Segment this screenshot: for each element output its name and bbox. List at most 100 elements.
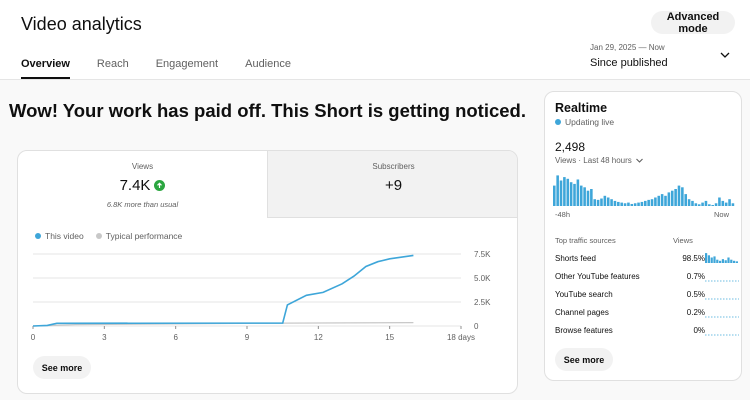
y-tick-label: 5.0K — [474, 274, 491, 283]
realtime-bar — [630, 203, 634, 206]
traffic-source-percent: 98.5% — [682, 254, 705, 263]
realtime-bar — [623, 203, 627, 206]
realtime-bar — [579, 185, 583, 206]
x-tick-label: 15 — [385, 333, 394, 342]
realtime-bar — [721, 200, 725, 206]
realtime-bar-chart — [553, 175, 735, 206]
traffic-source-name: Other YouTube features — [555, 272, 640, 281]
realtime-bar — [613, 200, 617, 206]
realtime-bar — [586, 190, 590, 206]
realtime-bar — [644, 200, 647, 206]
realtime-bar — [556, 175, 559, 206]
arrow-up-icon — [154, 180, 166, 191]
y-tick-label: 2.5K — [474, 298, 491, 307]
x-tick-label: 0 — [31, 333, 36, 342]
chart-legend: This video Typical performance — [35, 231, 182, 241]
realtime-bar — [681, 187, 684, 206]
realtime-bar — [667, 192, 671, 206]
realtime-status: Updating live — [565, 117, 615, 127]
series-line-this-video — [32, 254, 414, 327]
views-metric[interactable]: Views 7.4K 6.8K more than usual — [18, 151, 267, 218]
views-label: Views — [131, 162, 154, 171]
realtime-bar — [687, 199, 691, 206]
date-range-value: Since published — [590, 57, 668, 69]
traffic-source-percent: 0% — [693, 326, 705, 335]
overview-card: Views 7.4K 6.8K more than usual Subscrib… — [17, 150, 518, 394]
top-bar: Video analytics Advanced mode Overview R… — [0, 0, 750, 80]
realtime-bar — [576, 179, 580, 206]
realtime-bar — [694, 203, 698, 206]
traffic-source-name: Shorts feed — [555, 254, 596, 263]
date-range-selector[interactable]: Jan 29, 2025 — Now Since published — [590, 43, 668, 69]
realtime-bar — [697, 204, 701, 206]
traffic-source-sparkline — [705, 316, 739, 318]
realtime-bar — [724, 202, 728, 206]
traffic-source-percent: 0.5% — [686, 290, 705, 299]
realtime-see-more-button[interactable]: See more — [555, 348, 613, 371]
y-tick-label: 7.5K — [474, 250, 491, 259]
views-line-chart: 0 2.5K 5.0K 7.5K 0 3 6 9 12 15 18 days — [31, 250, 491, 342]
realtime-bar — [633, 203, 637, 206]
advanced-mode-button[interactable]: Advanced mode — [651, 11, 735, 35]
realtime-bar — [718, 197, 721, 206]
realtime-bar — [566, 178, 570, 206]
realtime-bar — [637, 202, 640, 206]
realtime-bar — [627, 202, 630, 206]
chevron-down-icon[interactable] — [719, 49, 731, 61]
realtime-bar — [620, 202, 623, 206]
realtime-bar — [640, 201, 644, 206]
traffic-source-percent: 0.2% — [686, 308, 705, 317]
traffic-source-name: YouTube search — [555, 290, 613, 299]
realtime-bar — [674, 189, 677, 206]
see-more-button[interactable]: See more — [33, 356, 91, 379]
traffic-source-row: Shorts feed 98.5% — [555, 253, 738, 268]
x-tick-label: 18 days — [447, 333, 475, 342]
subscribers-metric[interactable]: Subscribers +9 — [267, 151, 517, 218]
x-tick-label: 12 — [314, 333, 323, 342]
realtime-bar — [660, 194, 664, 206]
traffic-source-percent: 0.7% — [686, 272, 705, 281]
realtime-bar — [677, 185, 681, 206]
x-tick-label: 3 — [102, 333, 107, 342]
realtime-bar — [714, 203, 718, 206]
realtime-bar — [590, 189, 593, 206]
traffic-source-row: Other YouTube features 0.7% — [555, 272, 739, 286]
realtime-card: Realtime Updating live 2,498 Views · Las… — [544, 91, 742, 381]
realtime-bar — [600, 198, 603, 206]
traffic-source-sparkline — [705, 253, 738, 263]
tab-reach[interactable]: Reach — [97, 58, 129, 80]
x-tick-label: 6 — [173, 333, 178, 342]
chevron-down-icon — [635, 158, 643, 163]
legend-this-video: This video — [35, 231, 84, 241]
traffic-source-sparkline — [705, 298, 739, 300]
tab-engagement[interactable]: Engagement — [156, 58, 218, 80]
traffic-source-row: Browse features 0% — [555, 326, 739, 340]
realtime-bar — [711, 204, 714, 206]
realtime-axis-start: -48h — [555, 210, 571, 219]
realtime-bar — [731, 203, 735, 206]
realtime-bar — [654, 197, 657, 206]
realtime-bar — [647, 199, 650, 206]
realtime-bar — [728, 199, 731, 206]
realtime-bar — [650, 199, 654, 206]
traffic-sources-views-header: Views — [673, 236, 693, 245]
realtime-axis-end: Now — [713, 210, 729, 219]
realtime-bar — [684, 194, 688, 206]
traffic-source-name: Browse features — [555, 326, 613, 335]
legend-dot-this-video — [35, 233, 41, 239]
date-range-label: Jan 29, 2025 — Now — [590, 43, 665, 52]
traffic-source-sparkline — [705, 334, 739, 336]
tab-overview[interactable]: Overview — [21, 58, 70, 80]
realtime-bar — [569, 182, 573, 206]
views-value: 7.4K — [119, 177, 151, 194]
realtime-period-selector[interactable]: Views · Last 48 hours — [555, 156, 644, 165]
realtime-bar — [664, 195, 667, 206]
realtime-bar — [573, 183, 576, 206]
realtime-bar — [563, 177, 566, 206]
y-tick-label: 0 — [474, 322, 479, 331]
legend-typical: Typical performance — [95, 231, 182, 241]
realtime-bar — [708, 204, 711, 206]
realtime-bar — [610, 199, 613, 206]
tab-audience[interactable]: Audience — [245, 58, 291, 80]
realtime-bar — [559, 180, 563, 206]
